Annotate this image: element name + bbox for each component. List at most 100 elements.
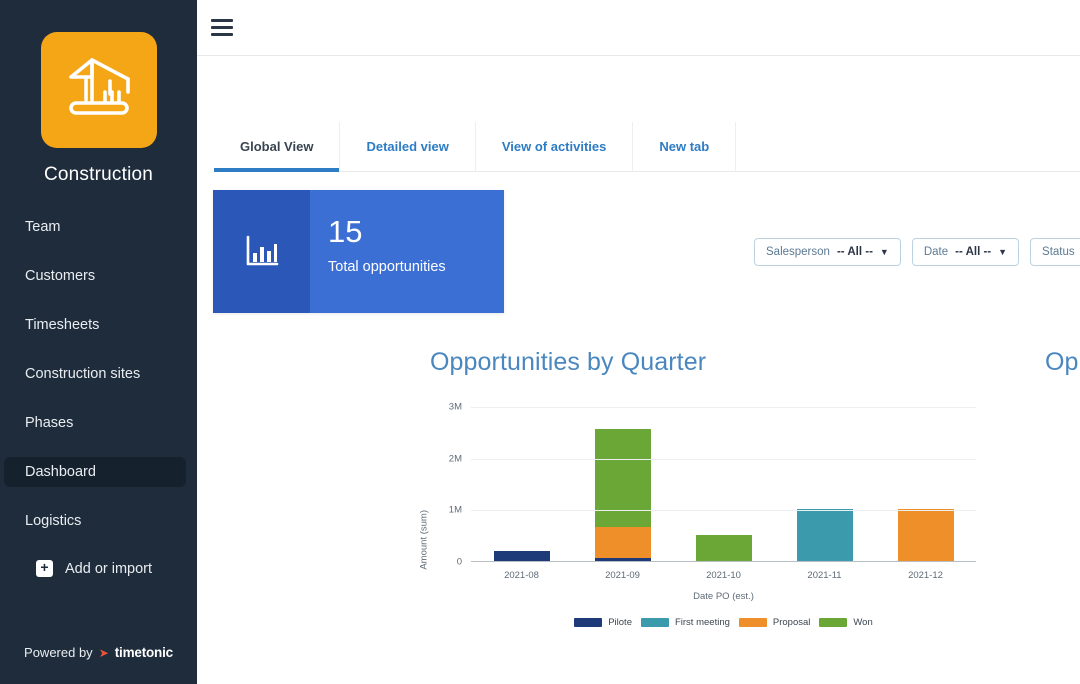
sidebar-item-label: Phases xyxy=(25,415,74,431)
sidebar-item-team[interactable]: Team xyxy=(0,212,186,242)
tab-global-view[interactable]: Global View xyxy=(214,122,341,172)
sidebar-item-label: Dashboard xyxy=(25,464,96,480)
filter-label: Date xyxy=(923,246,949,258)
bar-group[interactable]: 2021-11 xyxy=(774,407,875,581)
legend-swatch xyxy=(819,618,848,627)
main-content: Global View Detailed view View of activi… xyxy=(197,0,1080,684)
bar-chart-y-axis-label: Amount (sum) xyxy=(418,510,430,570)
filter-value: -- All -- xyxy=(836,246,873,258)
bar-chart[interactable]: Amount (sum) 2021-08 2021-09 2021-10 2021-1… xyxy=(419,395,978,628)
filter-label: Salesperson xyxy=(766,246,830,258)
bar-stack[interactable] xyxy=(897,509,954,561)
bar-segment-pilote[interactable] xyxy=(594,558,651,561)
tab-label: Global View xyxy=(240,139,314,154)
filter-date[interactable]: Date -- All -- ▼ xyxy=(911,238,1020,266)
gridline xyxy=(471,407,976,408)
pie-chart-legend: PaulJeanne John Doe, Head of sales xyxy=(1045,649,1080,678)
legend-item[interactable]: Proposal xyxy=(738,617,810,628)
legend-swatch xyxy=(574,618,603,627)
bar-group[interactable]: 2021-08 xyxy=(471,407,572,581)
bar-segment-proposal[interactable] xyxy=(594,527,651,559)
filter-bar: Salesperson -- All -- ▼ Date -- All -- ▼… xyxy=(754,238,1080,266)
sidebar-item-label: Team xyxy=(25,219,61,235)
bar-group[interactable]: 2021-12 xyxy=(875,407,976,581)
x-axis-tick: 2021-12 xyxy=(908,570,943,581)
sidebar-item-phases[interactable]: Phases xyxy=(0,408,186,438)
tab-detailed-view[interactable]: Detailed view xyxy=(340,122,476,171)
pie-chart-title: Opp. by Salesperson xyxy=(1045,348,1080,376)
powered-by-text: Powered by xyxy=(24,645,93,660)
y-axis-tick: 1M xyxy=(448,504,462,516)
kpi-icon-pane xyxy=(213,190,310,313)
opportunities-by-quarter-panel: Opportunities by Quarter Amount (sum) 20… xyxy=(419,348,990,628)
timetonic-logo-icon: ➤ xyxy=(98,645,109,660)
y-axis-tick: 3M xyxy=(448,401,462,413)
powered-by-footer: Powered by ➤ timetonic xyxy=(0,645,197,660)
x-axis-tick: 2021-10 xyxy=(706,570,741,581)
gridline xyxy=(471,458,976,460)
app-logo xyxy=(40,32,157,148)
tab-label: View of activities xyxy=(501,139,607,154)
tab-new-tab[interactable]: New tab xyxy=(633,122,737,171)
legend-item[interactable]: Pilote xyxy=(574,617,632,628)
kpi-label: Total opportunities xyxy=(328,258,446,275)
sidebar-item-dashboard[interactable]: Dashboard xyxy=(4,457,186,487)
filter-label: Status xyxy=(1042,246,1075,258)
legend-item[interactable]: Won xyxy=(819,617,873,628)
bar-segment-won[interactable] xyxy=(695,535,752,561)
sidebar-item-customers[interactable]: Customers xyxy=(0,261,186,291)
y-axis-tick: 0 xyxy=(456,556,462,568)
plus-icon: + xyxy=(36,560,53,577)
tab-label: New tab xyxy=(659,139,710,154)
chevron-down-icon: ▼ xyxy=(879,247,889,257)
filter-salesperson[interactable]: Salesperson -- All -- ▼ xyxy=(754,238,901,266)
bar-chart-x-axis-label: Date PO (est.) xyxy=(693,591,754,602)
bar-chart-icon xyxy=(246,235,278,265)
x-axis-tick: 2021-09 xyxy=(605,570,640,581)
kpi-body: 15 Total opportunities xyxy=(310,190,504,313)
add-or-import-button[interactable]: + Add or import xyxy=(0,560,197,577)
sidebar-item-label: Logistics xyxy=(25,513,82,529)
bar-group[interactable]: 2021-09 xyxy=(572,407,673,581)
bar-chart-title: Opportunities by Quarter xyxy=(430,348,707,376)
bar-stack[interactable] xyxy=(695,535,752,561)
legend-label: Won xyxy=(853,617,873,628)
bar-segment-won[interactable] xyxy=(594,429,651,528)
sidebar-item-construction-sites[interactable]: Construction sites xyxy=(0,359,186,389)
pie-chart[interactable]: PaulJeanneJohn Doe, Head of sales xyxy=(1045,399,1080,629)
legend-label: Pilote xyxy=(608,617,632,628)
bar-segment-pilote[interactable] xyxy=(493,550,550,561)
dashboard-app: Construction Team Customers Timesheets C… xyxy=(0,0,1080,684)
hamburger-menu-icon[interactable] xyxy=(211,19,233,36)
filter-value: -- All -- xyxy=(955,246,992,258)
construction-crane-icon xyxy=(68,58,130,115)
sidebar-item-label: Construction sites xyxy=(25,366,141,382)
legend-label: First meeting xyxy=(674,617,730,628)
legend-row: John Doe, Head of sales xyxy=(1045,667,1080,678)
bar-chart-plot-area: 2021-08 2021-09 2021-10 2021-11 2021-12 0 1M 2… xyxy=(449,402,976,581)
sidebar-item-logistics[interactable]: Logistics xyxy=(0,506,186,536)
filter-status[interactable]: Status -- All -- ▼ xyxy=(1030,238,1080,266)
legend-item[interactable]: First meeting xyxy=(640,617,730,628)
bar-stack[interactable] xyxy=(493,550,550,561)
topbar xyxy=(197,0,1080,56)
legend-swatch xyxy=(640,618,669,627)
sidebar: Construction Team Customers Timesheets C… xyxy=(0,0,197,684)
tab-label: Detailed view xyxy=(366,139,449,154)
legend-swatch xyxy=(738,618,767,627)
bar-segment-first-meeting[interactable] xyxy=(796,509,853,561)
tab-bar: Global View Detailed view View of activi… xyxy=(214,122,1080,172)
bar-stack[interactable] xyxy=(796,509,853,561)
tab-view-of-activities[interactable]: View of activities xyxy=(476,122,634,171)
add-or-import-label: Add or import xyxy=(65,560,153,577)
tab-strip-filler xyxy=(736,122,1080,171)
sidebar-item-label: Customers xyxy=(25,268,96,284)
y-axis-tick: 2M xyxy=(448,453,462,465)
sidebar-item-timesheets[interactable]: Timesheets xyxy=(0,310,186,340)
bar-stack[interactable] xyxy=(594,429,651,561)
bar-segment-proposal[interactable] xyxy=(897,509,954,561)
kpi-value: 15 xyxy=(328,214,363,249)
kpi-card-total-opportunities[interactable]: 15 Total opportunities xyxy=(213,190,504,313)
app-title: Construction xyxy=(43,164,154,185)
bar-group[interactable]: 2021-10 xyxy=(673,407,774,581)
